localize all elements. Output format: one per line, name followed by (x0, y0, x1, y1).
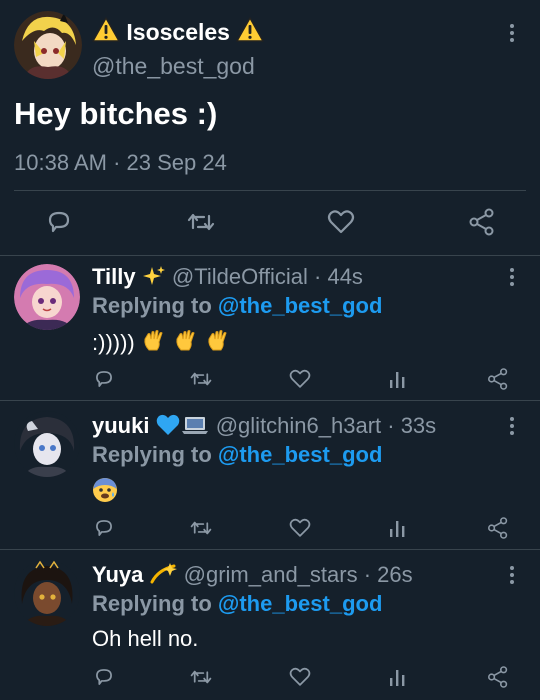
retweet-icon[interactable] (186, 208, 216, 236)
like-icon[interactable] (288, 368, 312, 390)
views-icon[interactable] (387, 517, 409, 539)
waving-hand-icon (173, 328, 199, 360)
reply-tweet: Tilly @TildeOfficial · 44s Replying to @… (0, 256, 540, 400)
tweet-text-content: :))))) (92, 330, 135, 355)
replying-to: Replying to @the_best_god (92, 293, 382, 319)
more-options-icon[interactable] (504, 24, 520, 48)
reply-tweet: Yuya @grim_and_stars · 26s Replying to @… (0, 550, 540, 700)
handle[interactable]: @the_best_god (92, 53, 255, 80)
more-options-icon[interactable] (504, 566, 520, 590)
reply-header: Yuya @grim_and_stars · 26s (92, 562, 413, 592)
reply-tweet: yuuki @glitchin6_h3art · 33s Replying to… (0, 401, 540, 549)
dizzy-icon (150, 562, 178, 592)
sparkles-icon (142, 264, 166, 294)
reply-icon[interactable] (92, 666, 116, 688)
warning-icon (92, 17, 120, 49)
share-icon[interactable] (486, 367, 510, 391)
like-icon[interactable] (288, 517, 312, 539)
waving-hand-icon (141, 328, 167, 360)
more-options-icon[interactable] (504, 268, 520, 292)
tweet-text: :))))) (92, 328, 231, 360)
reply-icon[interactable] (92, 517, 116, 539)
retweet-icon[interactable] (188, 666, 214, 688)
avatar[interactable] (14, 560, 80, 626)
blue-heart-and-laptop-icon (156, 413, 210, 443)
replying-to: Replying to @the_best_god (92, 591, 382, 617)
views-icon[interactable] (387, 368, 409, 390)
replying-to-label: Replying to (92, 442, 212, 467)
share-icon[interactable] (467, 207, 497, 237)
handle-and-time[interactable]: @grim_and_stars · 26s (184, 562, 413, 587)
share-icon[interactable] (486, 516, 510, 540)
mention-link[interactable]: @the_best_god (218, 293, 382, 318)
waving-hand-icon (205, 328, 231, 360)
avatar[interactable] (14, 411, 80, 477)
reply-header: Tilly @TildeOfficial · 44s (92, 264, 363, 294)
avatar[interactable] (14, 11, 82, 79)
avatar[interactable] (14, 264, 80, 330)
display-name[interactable]: yuuki (92, 413, 149, 438)
tweet-text: Hey bitches :) (14, 96, 218, 131)
replying-to-label: Replying to (92, 591, 212, 616)
handle-and-time[interactable]: @TildeOfficial · 44s (172, 264, 363, 289)
reply-icon[interactable] (45, 208, 73, 236)
more-options-icon[interactable] (504, 417, 520, 441)
display-name[interactable]: Yuya (92, 562, 143, 587)
reply-header: yuuki @glitchin6_h3art · 33s (92, 413, 436, 443)
tweet-text (92, 477, 118, 509)
tweet-text: Oh hell no. (92, 626, 199, 651)
share-icon[interactable] (486, 665, 510, 689)
display-name-text: Isosceles (126, 19, 230, 45)
reply-icon[interactable] (92, 368, 116, 390)
mention-link[interactable]: @the_best_god (218, 442, 382, 467)
replying-to-label: Replying to (92, 293, 212, 318)
anxious-face-icon (92, 477, 118, 509)
display-name[interactable]: Isosceles (92, 17, 265, 49)
warning-icon (236, 17, 265, 49)
display-name[interactable]: Tilly (92, 264, 136, 289)
retweet-icon[interactable] (188, 368, 214, 390)
handle-and-time[interactable]: @glitchin6_h3art · 33s (216, 413, 436, 438)
mention-link[interactable]: @the_best_god (218, 591, 382, 616)
timestamp: 10:38 AM · 23 Sep 24 (14, 150, 227, 175)
divider (14, 190, 526, 191)
main-tweet: Isosceles @the_best_god Hey bitches :) 1… (0, 0, 540, 255)
like-icon[interactable] (326, 208, 356, 236)
retweet-icon[interactable] (188, 517, 214, 539)
like-icon[interactable] (288, 666, 312, 688)
views-icon[interactable] (387, 666, 409, 688)
replying-to: Replying to @the_best_god (92, 442, 382, 468)
